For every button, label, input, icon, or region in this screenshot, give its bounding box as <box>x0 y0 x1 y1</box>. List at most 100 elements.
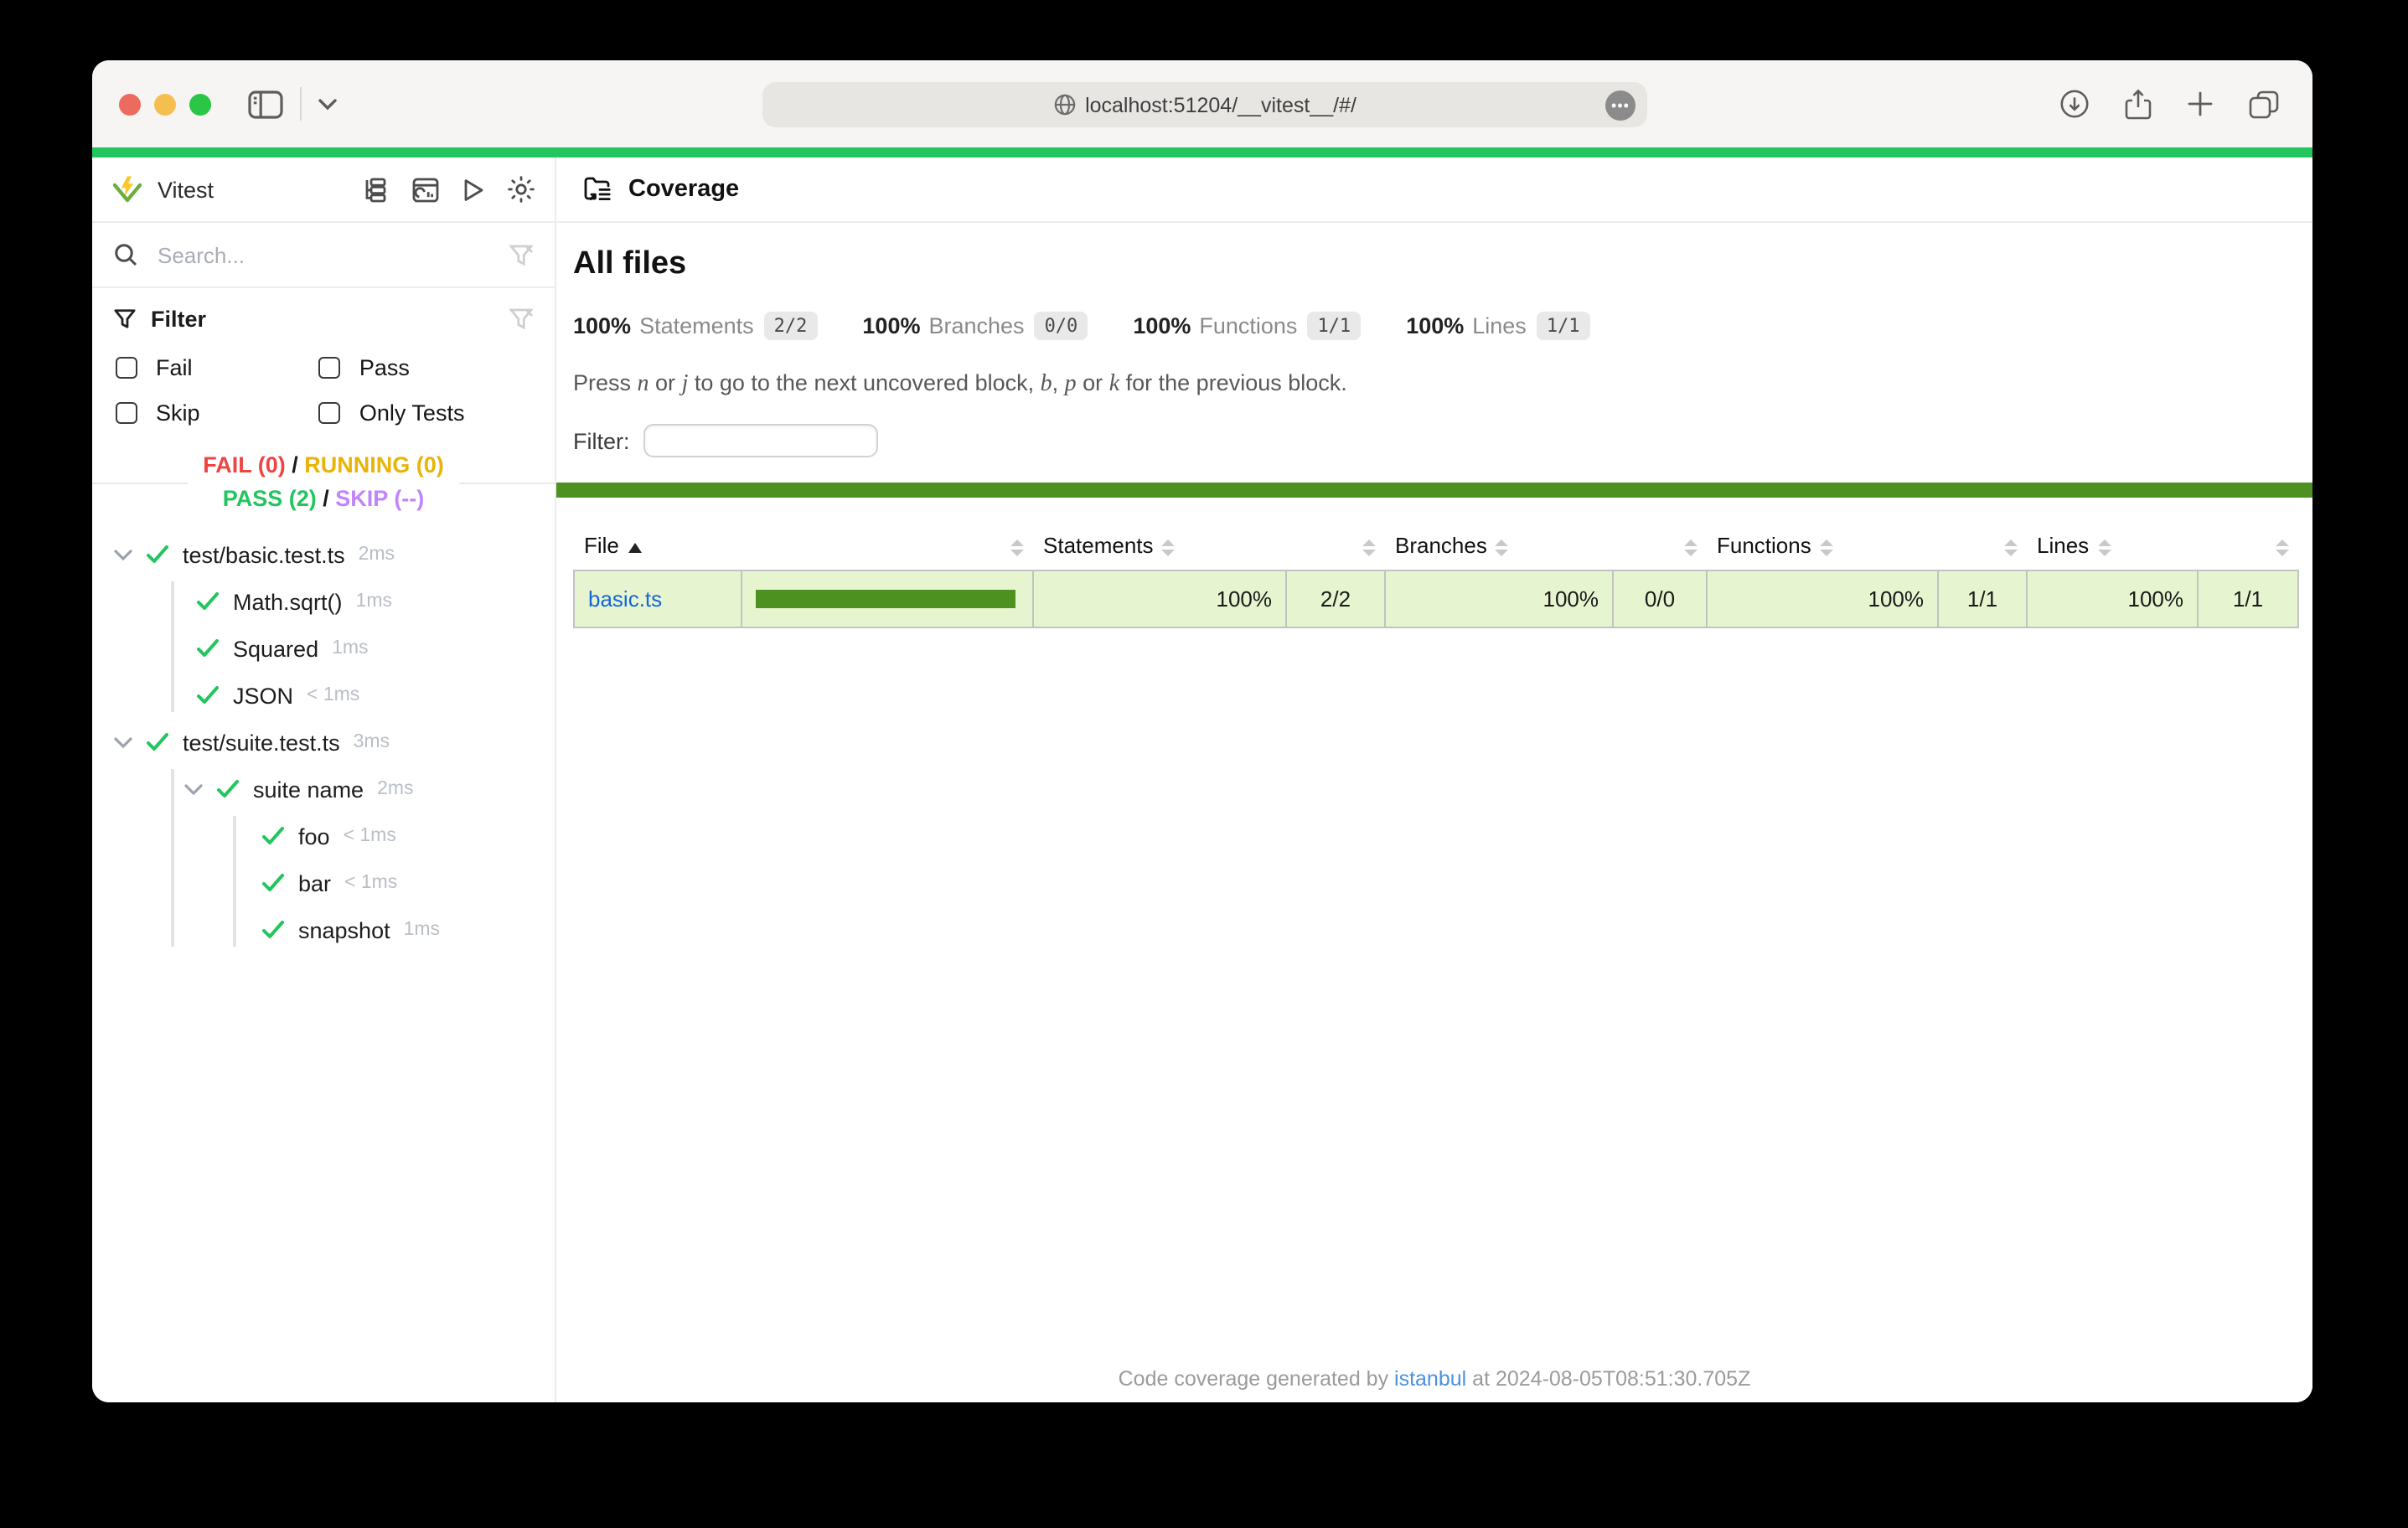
test-duration: 3ms <box>354 732 390 752</box>
sort-icon[interactable] <box>2275 539 2288 555</box>
test-label: bar <box>298 870 331 896</box>
pass-checkbox-box[interactable] <box>319 357 341 379</box>
dashboard-icon[interactable] <box>412 177 439 202</box>
sort-icon[interactable] <box>2003 539 2017 555</box>
lines-fraction: 1/1 <box>1537 312 1590 340</box>
only-tests-checkbox-box[interactable] <box>319 402 341 424</box>
table-header-row: File Statements <box>574 523 2298 570</box>
checkbox-fail[interactable]: Fail <box>116 355 319 380</box>
statements-column-header[interactable]: Statements <box>1033 523 1286 570</box>
zoom-window-button[interactable] <box>189 93 211 115</box>
tree-item-test[interactable]: Squared 1ms <box>92 625 555 672</box>
page-settings-button[interactable]: ••• <box>1605 90 1635 120</box>
lines-label: Lines <box>1472 313 1527 338</box>
branches-abs-cell: 0/0 <box>1613 570 1707 627</box>
test-duration: 1ms <box>332 638 368 658</box>
checkbox-only-tests[interactable]: Only Tests <box>319 400 533 426</box>
statements-pct-cell: 100% <box>1033 570 1286 627</box>
functions-abs-sorter[interactable] <box>1938 523 2027 570</box>
branches-column-header[interactable]: Branches <box>1385 523 1613 570</box>
istanbul-link[interactable]: istanbul <box>1394 1367 1466 1391</box>
tree-item-test[interactable]: JSON < 1ms <box>92 672 555 719</box>
filter-title: Filter <box>151 307 206 332</box>
footer-text: Code coverage generated by <box>1119 1367 1394 1391</box>
tree-item-file[interactable]: test/suite.test.ts 3ms <box>92 719 555 766</box>
lines-abs-cell: 1/1 <box>2198 570 2298 627</box>
new-tab-icon[interactable] <box>2187 90 2214 117</box>
file-cell: basic.ts <box>574 570 742 627</box>
checkbox-pass[interactable]: Pass <box>319 355 533 380</box>
search-bar <box>92 223 555 288</box>
bar-column-sorter[interactable] <box>742 523 1033 570</box>
vitest-sidebar: Vitest <box>92 157 556 1402</box>
lines-stat: 100% Lines 1/1 <box>1406 312 1589 340</box>
coverage-filter-input[interactable] <box>643 424 878 457</box>
test-duration: 1ms <box>356 591 392 612</box>
tree-item-test[interactable]: Math.sqrt() 1ms <box>92 578 555 625</box>
checkbox-skip[interactable]: Skip <box>116 400 319 426</box>
functions-stat: 100% Functions 1/1 <box>1133 312 1361 340</box>
table-row: basic.ts 100% 2/2 100% 0/0 100% <box>574 570 2298 627</box>
keyboard-hint: Press n or j to go to the next uncovered… <box>573 370 2296 399</box>
file-column-header[interactable]: File <box>574 523 742 570</box>
sidebar-toggle-icon[interactable] <box>248 90 283 118</box>
pass-check-icon <box>216 779 240 799</box>
test-duration: 2ms <box>377 779 413 799</box>
test-run-progress-bar <box>92 147 2312 157</box>
branches-abs-sorter[interactable] <box>1613 523 1707 570</box>
tree-item-file[interactable]: test/basic.test.ts 2ms <box>92 531 555 578</box>
chevron-down-icon[interactable] <box>184 783 203 795</box>
lines-column-header[interactable]: Lines <box>2027 523 2198 570</box>
sidebar-chevron-down-icon[interactable] <box>318 98 337 110</box>
fail-count: FAIL (0) <box>203 452 286 478</box>
clear-search-filter-icon[interactable] <box>509 244 533 266</box>
pass-checkbox-label: Pass <box>359 355 410 380</box>
sort-icon[interactable] <box>1362 539 1375 555</box>
statements-abs-sorter[interactable] <box>1286 523 1385 570</box>
coverage-panel: Coverage All files 100% Statements 2/2 1… <box>556 157 2312 1402</box>
downloads-icon[interactable] <box>2059 89 2090 119</box>
tree-item-test[interactable]: snapshot 1ms <box>92 906 555 953</box>
run-all-icon[interactable] <box>461 177 486 202</box>
minimize-window-button[interactable] <box>154 93 176 115</box>
vitest-logo-icon <box>112 174 142 204</box>
sort-icon[interactable] <box>1820 539 1833 555</box>
theme-toggle-sun-icon[interactable] <box>508 176 535 203</box>
coverage-footer: Code coverage generated by istanbul at 2… <box>556 1367 2312 1391</box>
branches-pct-cell: 100% <box>1385 570 1613 627</box>
test-duration: < 1ms <box>344 826 396 846</box>
address-bar[interactable]: localhost:51204/__vitest__/#/ ••• <box>762 82 1647 127</box>
test-label: test/suite.test.ts <box>183 730 340 755</box>
sort-icon[interactable] <box>1496 539 1509 555</box>
test-label: test/basic.test.ts <box>183 542 345 567</box>
skip-checkbox-box[interactable] <box>116 402 137 424</box>
lines-abs-sorter[interactable] <box>2198 523 2298 570</box>
coverage-bar-cell <box>742 570 1033 627</box>
branches-pct: 100% <box>862 313 920 338</box>
sort-icon[interactable] <box>1683 539 1697 555</box>
sort-icon[interactable] <box>1162 539 1176 555</box>
test-label: snapshot <box>298 917 390 942</box>
search-input[interactable] <box>154 240 509 269</box>
coverage-filter: Filter: <box>573 424 2296 457</box>
clear-filter-icon[interactable] <box>509 308 533 330</box>
tree-item-suite[interactable]: suite name 2ms <box>92 766 555 813</box>
tab-overview-icon[interactable] <box>2249 90 2279 118</box>
sort-icon[interactable] <box>1010 539 1023 555</box>
url-text: localhost:51204/__vitest__/#/ <box>1085 93 1356 116</box>
chevron-down-icon[interactable] <box>114 549 132 560</box>
functions-column-header[interactable]: Functions <box>1707 523 1938 570</box>
share-icon[interactable] <box>2125 88 2152 120</box>
tree-item-test[interactable]: bar < 1ms <box>92 860 555 906</box>
search-icon <box>114 243 137 266</box>
close-window-button[interactable] <box>119 93 141 115</box>
expand-tree-icon[interactable] <box>364 177 390 202</box>
coverage-header: Coverage <box>556 157 2312 223</box>
tree-item-test[interactable]: foo < 1ms <box>92 813 555 860</box>
pass-check-icon <box>261 920 285 940</box>
statements-fraction: 2/2 <box>764 312 818 340</box>
chevron-down-icon[interactable] <box>114 736 132 748</box>
fail-checkbox-box[interactable] <box>116 357 137 379</box>
sort-icon[interactable] <box>2097 539 2111 555</box>
file-link[interactable]: basic.ts <box>588 586 662 612</box>
